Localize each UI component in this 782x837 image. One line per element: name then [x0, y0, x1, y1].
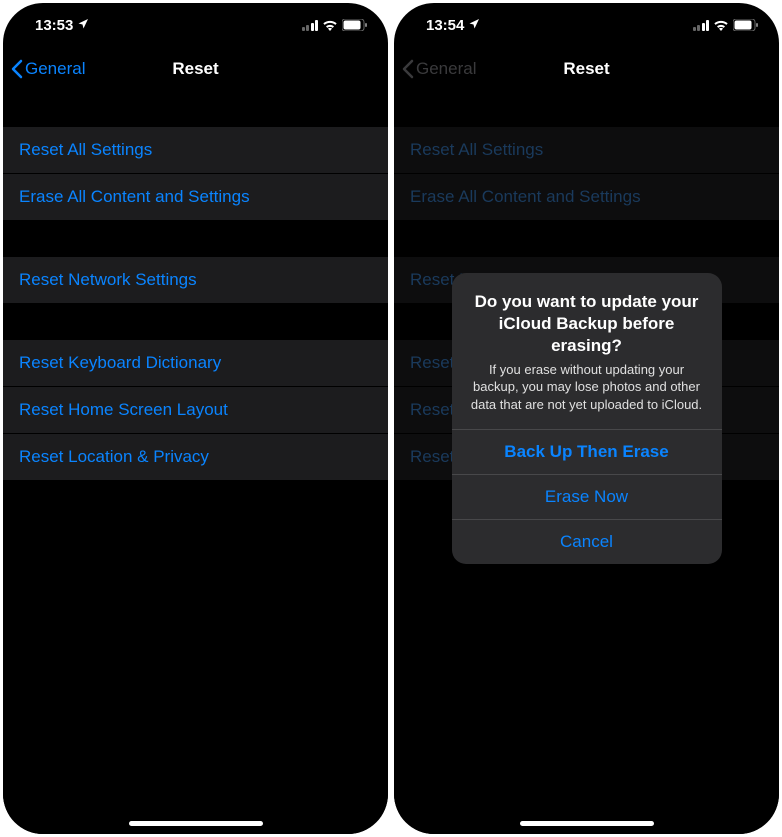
status-bar: 13:53: [3, 3, 388, 47]
wifi-icon: [322, 19, 338, 31]
status-time: 13:53: [35, 17, 73, 34]
phone-left: 13:53 General Reset Reset All Settings E…: [3, 3, 388, 834]
reset-keyboard-dictionary[interactable]: Reset Keyboard Dictionary: [3, 340, 388, 387]
reset-home-screen-layout[interactable]: Reset Home Screen Layout: [3, 387, 388, 434]
home-indicator[interactable]: [129, 821, 263, 826]
nav-title: Reset: [172, 59, 218, 79]
cancel-button[interactable]: Cancel: [452, 519, 722, 564]
back-button[interactable]: General: [11, 59, 85, 79]
erase-now-button[interactable]: Erase Now: [452, 474, 722, 519]
alert-message: If you erase without updating your backu…: [468, 361, 706, 414]
settings-list: Reset All Settings Erase All Content and…: [3, 91, 388, 834]
reset-all-settings[interactable]: Reset All Settings: [3, 127, 388, 174]
reset-location-privacy[interactable]: Reset Location & Privacy: [3, 434, 388, 480]
battery-icon: [342, 19, 368, 31]
cellular-signal-icon: [302, 20, 319, 31]
modal-overlay: Do you want to update your iCloud Backup…: [394, 3, 779, 834]
phone-right: 13:54 General Reset Reset All Settings E…: [394, 3, 779, 834]
location-icon: [77, 17, 89, 34]
alert-dialog: Do you want to update your iCloud Backup…: [452, 273, 722, 565]
erase-all-content[interactable]: Erase All Content and Settings: [3, 174, 388, 221]
back-label: General: [25, 59, 85, 79]
reset-network-settings[interactable]: Reset Network Settings: [3, 257, 388, 304]
alert-title: Do you want to update your iCloud Backup…: [468, 291, 706, 357]
nav-bar: General Reset: [3, 47, 388, 91]
home-indicator[interactable]: [520, 821, 654, 826]
backup-then-erase-button[interactable]: Back Up Then Erase: [452, 429, 722, 474]
